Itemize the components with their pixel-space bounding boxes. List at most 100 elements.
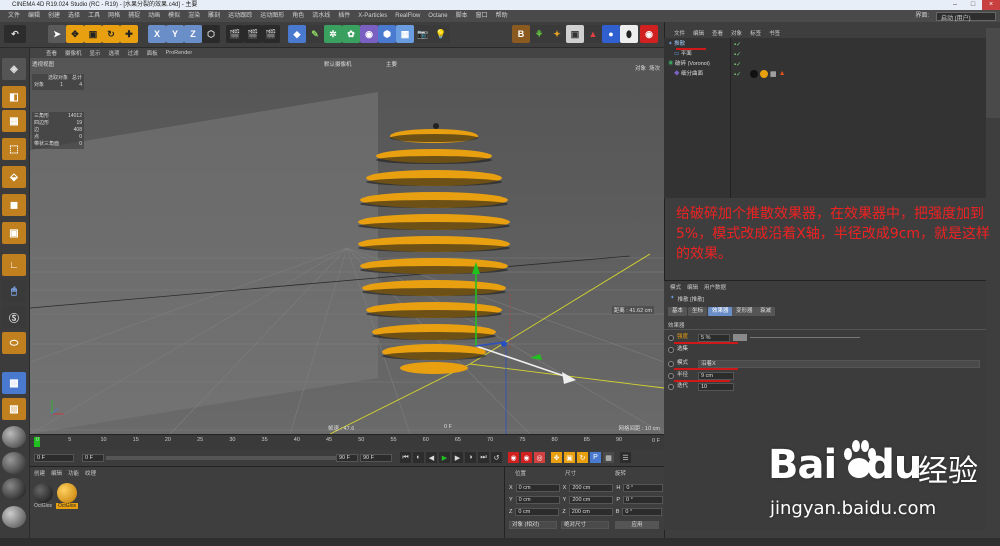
rotate-icon[interactable]: ↻ xyxy=(102,25,120,43)
selection-keyframe-icon[interactable] xyxy=(668,346,674,353)
menu-item[interactable]: 渲染 xyxy=(184,10,204,22)
layout-select[interactable]: 启动 (用户) xyxy=(936,11,996,22)
material-menu-item[interactable]: 功能 xyxy=(68,469,79,477)
key-rotate-icon[interactable]: ↻ xyxy=(577,452,588,463)
menu-item[interactable]: X-Particles xyxy=(354,10,391,22)
array-icon[interactable]: ✿ xyxy=(342,25,360,43)
subdivision-icon[interactable]: ✲ xyxy=(324,25,342,43)
menu-item[interactable]: 雕刻 xyxy=(204,10,224,22)
move-icon[interactable]: ✥ xyxy=(66,25,84,43)
visibility-check-icon[interactable]: ▪✓ xyxy=(734,71,741,78)
viewport-menu-item[interactable]: 摄像机 xyxy=(61,49,86,57)
menu-item[interactable]: 角色 xyxy=(288,10,308,22)
menu-item[interactable]: 流水线 xyxy=(308,10,334,22)
menu-item[interactable]: Octane xyxy=(424,10,451,22)
select-arrow-icon[interactable]: ➤ xyxy=(48,25,66,43)
attr-tab-deformer[interactable]: 变形器 xyxy=(732,307,757,316)
menu-item[interactable]: 运动图形 xyxy=(256,10,288,22)
prev-key-icon[interactable]: ◐ xyxy=(413,452,424,463)
material-menu-item[interactable]: 编辑 xyxy=(51,469,62,477)
object-menu-item[interactable]: 查看 xyxy=(708,29,727,37)
edges-mode-icon[interactable]: ⬙ xyxy=(2,166,26,188)
octane-egg-icon[interactable]: ⬮ xyxy=(620,25,638,43)
object-menu-item[interactable]: 对象 xyxy=(727,29,746,37)
viewport-menu-item[interactable]: 选项 xyxy=(105,49,124,57)
cube-icon[interactable]: ◆ xyxy=(288,25,306,43)
menu-item[interactable]: 网格 xyxy=(104,10,124,22)
mode-select[interactable]: 沿着X xyxy=(698,359,980,368)
viewport-menu-item[interactable]: 查看 xyxy=(42,49,61,57)
strength-slider-track[interactable] xyxy=(750,337,860,338)
viewport-menu-item[interactable]: 面板 xyxy=(143,49,162,57)
plugin-image-icon[interactable]: ▣ xyxy=(566,25,584,43)
key-selection-icon[interactable]: ◎ xyxy=(534,452,545,463)
menu-item[interactable]: 动画 xyxy=(144,10,164,22)
menu-item[interactable]: 插件 xyxy=(334,10,354,22)
record-icon[interactable]: ◉ xyxy=(640,25,658,43)
key-pla-icon[interactable]: ▦ xyxy=(603,452,614,463)
material-swatch[interactable]: OctGlos xyxy=(56,483,78,509)
menu-item[interactable]: RealFlow xyxy=(391,10,424,22)
texture-mode-icon[interactable]: ▦ xyxy=(2,110,26,132)
next-key-icon[interactable]: ◑ xyxy=(465,452,476,463)
range-slider[interactable] xyxy=(106,456,346,460)
timeline-menu-icon[interactable]: ☰ xyxy=(620,452,631,463)
axis-mode-icon[interactable]: ∟ xyxy=(2,254,26,276)
timeline-ruler[interactable]: 0 5 10 15 20 25 30 35 40 45 50 55 60 65 70 75 80 85 90 0 F xyxy=(30,434,664,450)
start-frame-field[interactable]: 0 F xyxy=(34,454,74,462)
pen-icon[interactable]: ✎ xyxy=(306,25,324,43)
coord-size-field[interactable]: 200 cm xyxy=(569,483,614,492)
menu-item[interactable]: 编辑 xyxy=(24,10,44,22)
radius-keyframe-icon[interactable] xyxy=(668,372,674,379)
coord-rot-field[interactable]: 0 ° xyxy=(623,495,664,504)
menu-item[interactable]: 运动跟踪 xyxy=(224,10,256,22)
snap-icon[interactable]: Ⓢ xyxy=(2,306,26,328)
coord-system-icon[interactable]: ⬡ xyxy=(202,25,220,43)
material-tag-icon[interactable] xyxy=(750,70,758,78)
attr-tab-basic[interactable]: 基本 xyxy=(668,307,688,316)
auto-key-icon[interactable]: ◉ xyxy=(521,452,532,463)
coord-rot-field[interactable]: 0 ° xyxy=(622,507,663,516)
tweak-mode-icon[interactable]: 🖱 xyxy=(2,280,26,302)
render-view-icon[interactable]: 🎬 xyxy=(226,25,244,43)
end-frame-field[interactable]: 90 F xyxy=(336,454,358,462)
visibility-check-icon[interactable]: ▪✓ xyxy=(734,61,741,68)
side-tabs[interactable] xyxy=(986,28,1000,118)
material-swatch[interactable]: OctGlos xyxy=(32,483,54,509)
coord-size-field[interactable]: 200 cm xyxy=(569,495,614,504)
mode-make-editable-icon[interactable]: ◈ xyxy=(2,58,26,80)
key-move-icon[interactable]: ✥ xyxy=(551,452,562,463)
object-row-plane[interactable]: ▭ 平面 xyxy=(668,50,728,59)
polygon-mode-icon[interactable]: ▣ xyxy=(2,222,26,244)
menu-item[interactable]: 帮助 xyxy=(492,10,512,22)
sphere-dark-icon[interactable] xyxy=(2,478,26,500)
coord-size-field[interactable]: 200 cm xyxy=(568,507,613,516)
polygons-mode-icon[interactable]: ◼ xyxy=(2,194,26,216)
menu-item[interactable]: 文件 xyxy=(4,10,24,22)
object-row-voronoi[interactable]: ◉ 破碎 (Voronoi) xyxy=(668,60,734,69)
iterations-keyframe-icon[interactable] xyxy=(668,383,674,390)
record-key-icon[interactable]: ◉ xyxy=(508,452,519,463)
attr-tab-falloff[interactable]: 衰减 xyxy=(756,307,776,316)
floor-icon[interactable]: ▦ xyxy=(396,25,414,43)
object-row-subdivision[interactable]: ◆ 细分曲面 xyxy=(668,70,728,79)
strength-field[interactable]: 5 % xyxy=(698,333,730,342)
viewport-camera-label[interactable]: 默认摄像机 xyxy=(324,60,352,68)
current-frame-field[interactable]: 0 F xyxy=(82,454,104,462)
max-frame-field[interactable]: 90 F xyxy=(360,454,392,462)
sphere-gloss-icon[interactable] xyxy=(2,452,26,474)
workplane-icon[interactable]: ⬭ xyxy=(2,332,26,354)
material-tag-icon[interactable] xyxy=(760,70,768,78)
camera-icon[interactable]: 📷 xyxy=(414,25,432,43)
key-param-icon[interactable]: P xyxy=(590,452,601,463)
attr-menu-item[interactable]: 用户数据 xyxy=(704,283,726,291)
plugin-tree-icon[interactable]: ⚘ xyxy=(530,25,548,43)
last-tool-icon[interactable]: ✚ xyxy=(120,25,138,43)
object-menu-item[interactable]: 文件 xyxy=(670,29,689,37)
viewport-tab-takes[interactable]: 场次 xyxy=(649,64,660,72)
fruit-slices[interactable] xyxy=(358,123,510,374)
perspective-viewport[interactable]: 透视视图 默认摄像机 主要 对象 场次 选取对象 总计 对象 1 4 三角形 14012… xyxy=(30,58,664,434)
plugin-b-icon[interactable]: B xyxy=(512,25,530,43)
render-picture-icon[interactable]: 🎬 xyxy=(244,25,262,43)
viewport-tab-object[interactable]: 对象 xyxy=(635,64,646,72)
